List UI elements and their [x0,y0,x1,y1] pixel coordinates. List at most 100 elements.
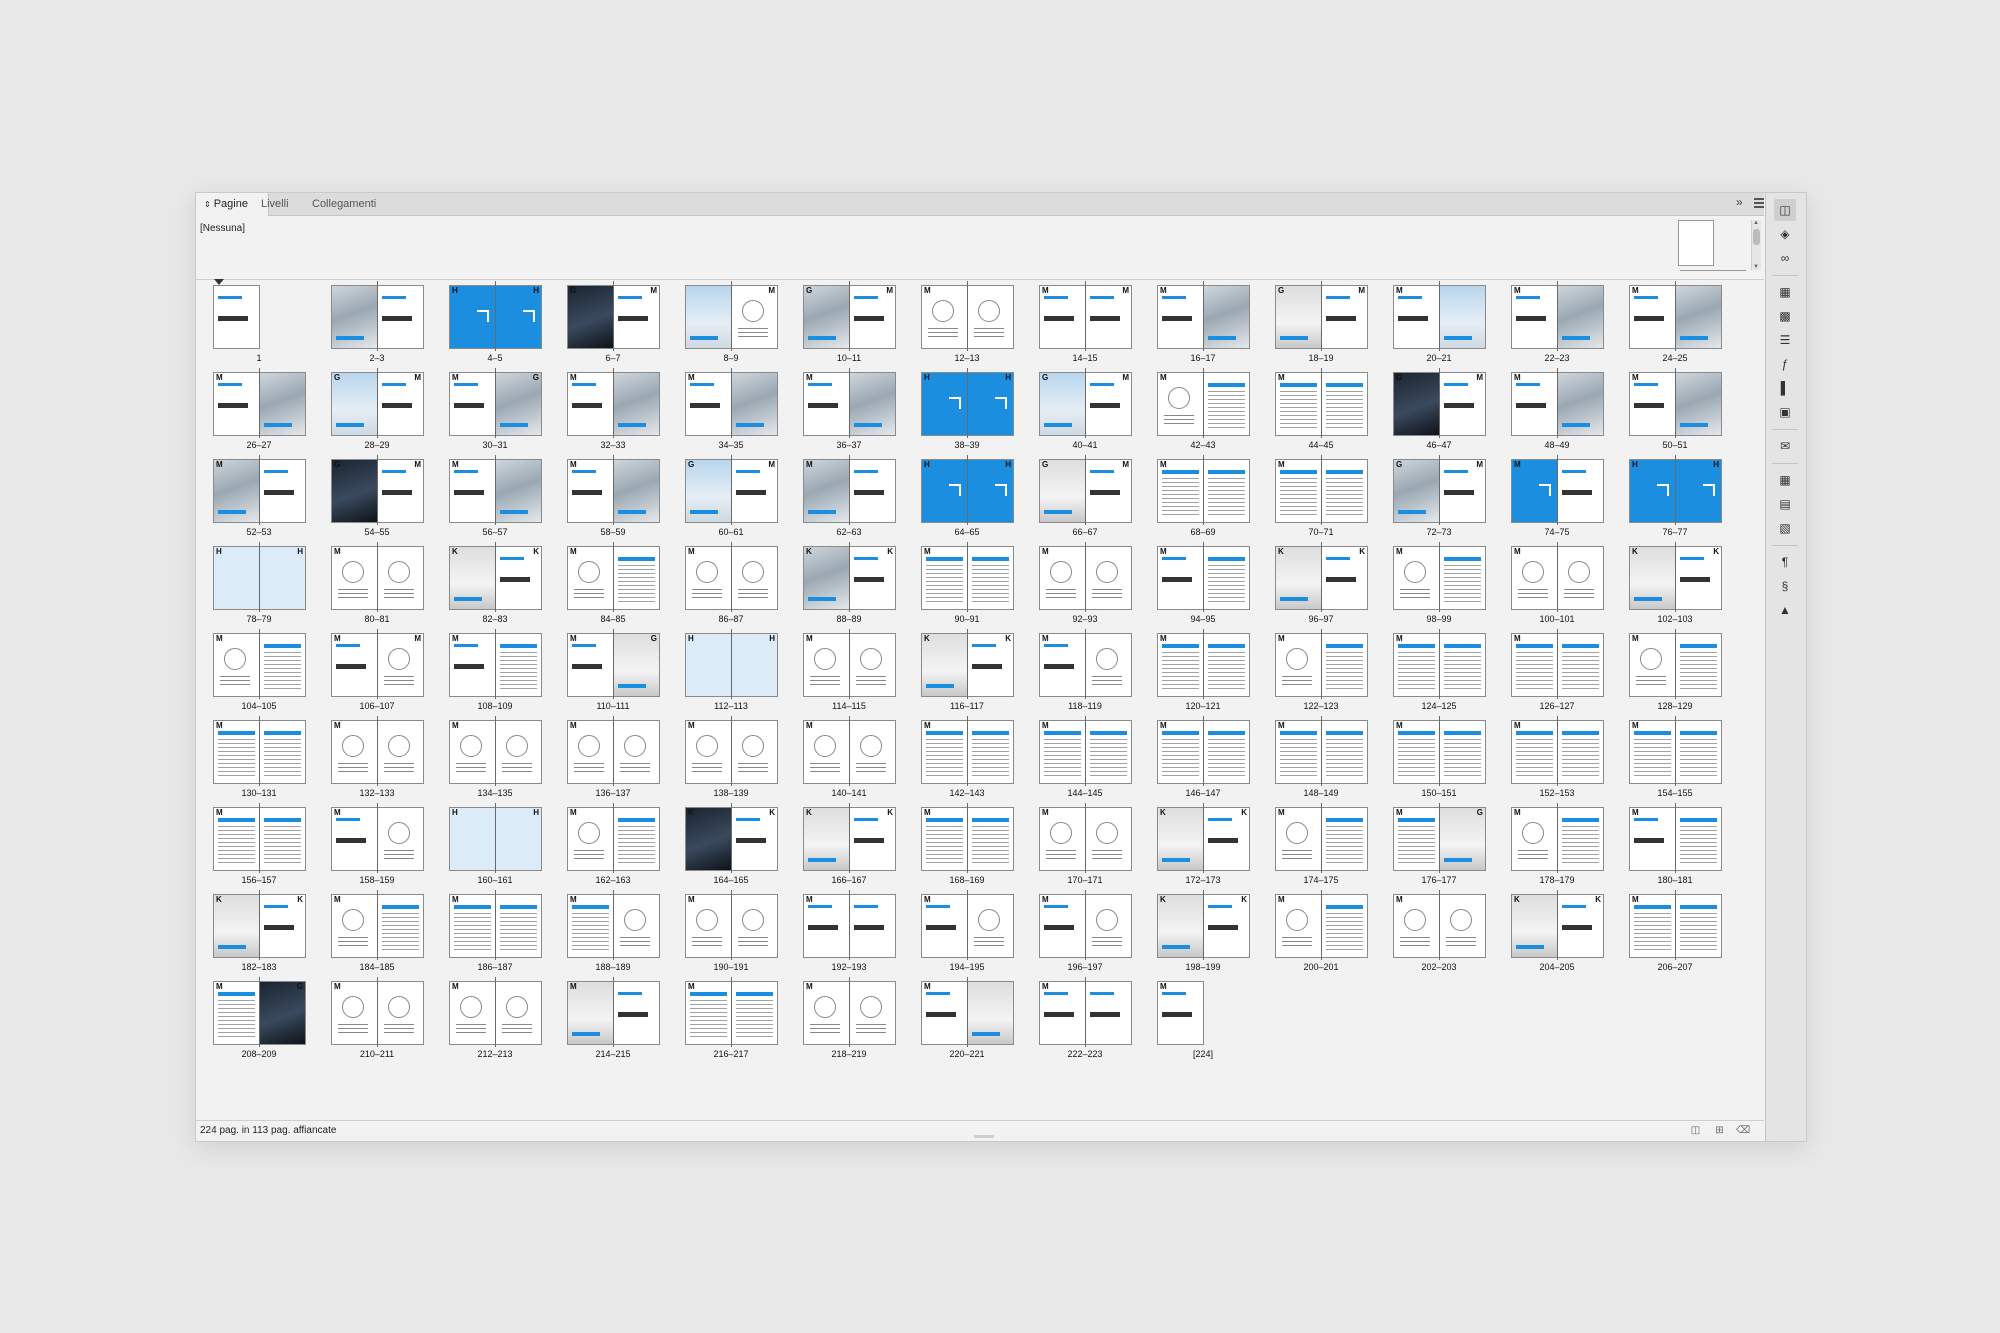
spread-thumbnail[interactable]: M [449,890,542,960]
page-spread[interactable]: M 100–101 [1511,542,1604,630]
spread-thumbnail[interactable]: M [1157,981,1249,1045]
spread-thumbnail[interactable]: M [331,716,424,786]
page-thumbnail[interactable]: M [567,720,614,784]
page-thumbnail[interactable] [1675,807,1722,871]
page-spread[interactable]: M [224] [1157,981,1249,1065]
comment-icon[interactable]: ✉ [1774,435,1796,457]
page-spread[interactable]: M 22–23 [1511,281,1604,369]
page-spread[interactable]: K K 164–165 [685,803,778,891]
page-spread[interactable]: M 20–21 [1393,281,1486,369]
spread-thumbnail[interactable]: M [1157,716,1250,786]
page-spread[interactable]: M 68–69 [1157,455,1250,543]
page-thumbnail[interactable]: K [731,807,778,871]
page-spread[interactable]: M 210–211 [331,977,424,1065]
spread-thumbnail[interactable]: M [1629,716,1722,786]
page-spread[interactable]: M 52–53 [213,455,306,543]
page-thumbnail[interactable] [1557,720,1604,784]
page-thumbnail[interactable] [967,894,1014,958]
page-spread[interactable]: M G 110–111 [567,629,660,717]
page-spread[interactable]: M 24–25 [1629,281,1722,369]
page-thumbnail[interactable] [495,981,542,1045]
page-thumbnail[interactable]: M [803,459,850,523]
page-thumbnail[interactable] [1675,894,1722,958]
page-thumbnail[interactable] [1439,720,1486,784]
page-thumbnail[interactable]: M [1511,720,1558,784]
page-spread[interactable]: M 124–125 [1393,629,1486,717]
page-spread[interactable]: M 212–213 [449,977,542,1065]
page-spread[interactable]: M G 176–177 [1393,803,1486,891]
page-spread[interactable]: M 156–157 [213,803,306,891]
double-chevron-right-icon[interactable]: » [1736,195,1743,209]
page-thumbnail[interactable]: M [449,459,496,523]
spread-thumbnail[interactable]: M [803,368,896,438]
spread-thumbnail[interactable]: M [1393,629,1486,699]
page-thumbnail[interactable] [377,894,424,958]
page-spread[interactable]: K K 116–117 [921,629,1014,717]
page-spread[interactable]: G M 6–7 [567,281,660,369]
page-thumbnail[interactable]: M [803,372,850,436]
spread-thumbnail[interactable]: M [921,716,1014,786]
spread-thumbnail[interactable]: HH [449,803,542,873]
spread-thumbnail[interactable]: M [1275,803,1368,873]
page-thumbnail[interactable] [849,372,896,436]
page-thumbnail[interactable]: M [331,720,378,784]
page-thumbnail[interactable]: G [259,981,306,1045]
page-thumbnail[interactable]: M [1085,285,1132,349]
page-thumbnail[interactable]: M [449,894,496,958]
page-thumbnail[interactable]: M [213,633,260,697]
page-thumbnail[interactable]: K [803,546,850,610]
page-spread[interactable]: M 56–57 [449,455,542,543]
page-spread[interactable]: H H 112–113 [685,629,778,717]
page-thumbnail[interactable]: K [1203,807,1250,871]
page-thumbnail[interactable]: M [567,372,614,436]
page-thumbnail[interactable] [613,459,660,523]
page-spread[interactable]: M 36–37 [803,368,896,456]
page-thumbnail[interactable]: M [1157,459,1204,523]
page-thumbnail[interactable]: G [1439,807,1486,871]
page-thumbnail[interactable] [213,285,260,349]
page-spread[interactable]: M 62–63 [803,455,896,543]
page-thumbnail[interactable]: H [1629,459,1676,523]
cell-styles-icon[interactable]: ▤ [1774,493,1796,515]
page-spread[interactable]: M 144–145 [1039,716,1132,804]
page-thumbnail[interactable] [377,285,424,349]
page-thumbnail[interactable] [1557,372,1604,436]
spread-thumbnail[interactable]: M [567,803,660,873]
pathfinder-icon[interactable]: ▣ [1774,401,1796,423]
page-thumbnail[interactable]: G [331,459,378,523]
spread-thumbnail[interactable]: GM [1393,368,1486,438]
page-thumbnail[interactable]: G [1393,459,1440,523]
page-thumbnail[interactable] [613,807,660,871]
page-thumbnail[interactable]: M [613,285,660,349]
master-none-label[interactable]: [Nessuna] [200,223,245,234]
page-thumbnail[interactable]: K [1629,546,1676,610]
page-spread[interactable]: M 84–85 [567,542,660,630]
spread-thumbnail[interactable]: M [1275,455,1368,525]
page-spread[interactable]: K K 82–83 [449,542,542,630]
spread-thumbnail[interactable]: M [213,455,306,525]
page-spread[interactable]: M 196–197 [1039,890,1132,978]
page-thumbnail[interactable] [849,633,896,697]
page-spread[interactable]: M 32–33 [567,368,660,456]
links-icon[interactable]: ∞ [1774,247,1796,269]
page-thumbnail[interactable]: K [685,807,732,871]
page-thumbnail[interactable] [1203,459,1250,523]
page-thumbnail[interactable] [377,720,424,784]
page-thumbnail[interactable]: M [1511,546,1558,610]
page-thumbnail[interactable] [1675,285,1722,349]
page-spread[interactable]: M 26–27 [213,368,306,456]
spread-thumbnail[interactable]: M [1039,542,1132,612]
page-thumbnail[interactable]: K [1203,894,1250,958]
spread-thumbnail[interactable]: M [1511,716,1604,786]
page-thumbnail[interactable]: K [1275,546,1322,610]
spread-thumbnail[interactable]: M [1157,542,1250,612]
page-spread[interactable]: M 134–135 [449,716,542,804]
page-thumbnail[interactable]: M [1157,981,1204,1045]
page-thumbnail[interactable]: M [921,807,968,871]
page-spread[interactable]: M 148–149 [1275,716,1368,804]
page-thumbnail[interactable] [1557,285,1604,349]
spread-thumbnail[interactable]: M [331,542,424,612]
spread-thumbnail[interactable]: M [1275,629,1368,699]
page-thumbnail[interactable] [967,981,1014,1045]
page-spread[interactable]: M 158–159 [331,803,424,891]
